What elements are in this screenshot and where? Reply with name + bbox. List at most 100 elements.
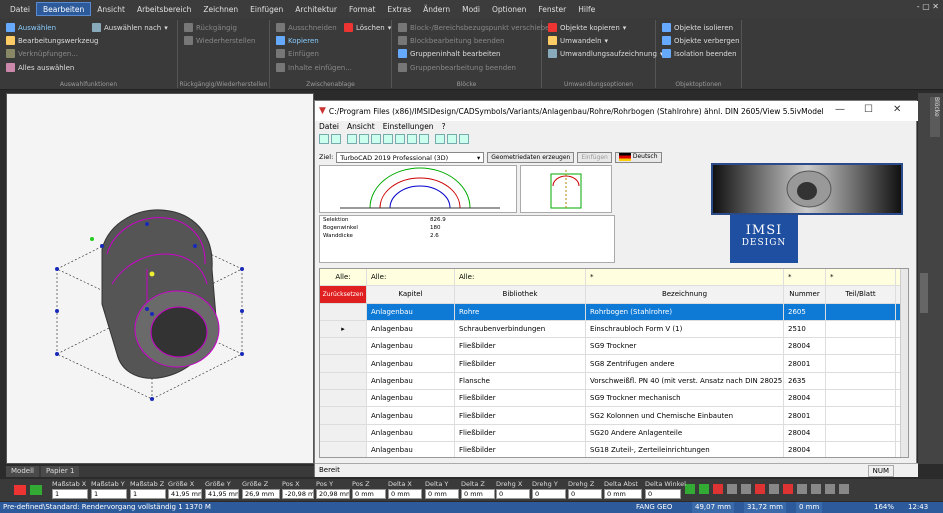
snap-icon[interactable] — [727, 484, 737, 494]
preview-side[interactable] — [520, 165, 612, 213]
transform-button[interactable]: Umwandeln ▾ — [548, 36, 608, 45]
copy-objects-button[interactable]: Objekte kopieren ▾ — [548, 23, 626, 32]
tool-view1-icon[interactable] — [347, 134, 357, 144]
preview-3d[interactable] — [711, 163, 903, 215]
paste-special-button[interactable]: Inhalte einfügen... — [276, 63, 352, 72]
table-row[interactable]: ▸ Anlagenbau Schraubenverbindungen Einschra… — [320, 320, 908, 339]
zoom-fit-icon[interactable] — [459, 134, 469, 144]
coord-input[interactable]: 1 — [130, 489, 166, 499]
coord-input[interactable]: 0 — [496, 489, 530, 499]
table-row[interactable]: Anlagenbau Fließbilder SG9 Trockner 28004 — [320, 338, 908, 356]
scrollbar-thumb[interactable] — [920, 273, 928, 313]
select-all-button[interactable]: Alles auswählen — [6, 63, 74, 72]
snap-icon[interactable] — [713, 484, 723, 494]
tool-refresh-icon[interactable] — [331, 134, 341, 144]
end-block-edit-button[interactable]: Blockbearbeitung beenden — [398, 36, 505, 45]
tool-view4-icon[interactable] — [383, 134, 393, 144]
tab-modell[interactable]: Modell — [6, 466, 39, 477]
snap-icon[interactable] — [755, 484, 765, 494]
insert-button[interactable]: Einfügen — [577, 151, 612, 163]
table-row[interactable]: Anlagenbau Fließbilder SG2 Kolonnen und Ch… — [320, 407, 908, 425]
menu-9[interactable]: Ändern — [417, 5, 456, 14]
close-button[interactable]: ✕ — [893, 104, 901, 115]
snap-icon[interactable] — [699, 484, 709, 494]
snap-icon[interactable] — [839, 484, 849, 494]
select-button[interactable]: Auswählen — [6, 23, 56, 32]
column-header-teil[interactable]: Teil/Blatt — [826, 286, 896, 303]
coord-input[interactable]: 0 mm — [425, 489, 459, 499]
tool-view3-icon[interactable] — [371, 134, 381, 144]
blocks-palette-tab[interactable]: Blöcke — [930, 97, 940, 137]
coord-input[interactable]: 26,9 mm — [242, 489, 280, 499]
menu-11[interactable]: Optionen — [486, 5, 532, 14]
cut-button[interactable]: Ausschneiden — [276, 23, 337, 32]
edit-group-button[interactable]: Gruppeninhalt bearbeiten — [398, 49, 501, 58]
cancel-icon[interactable] — [14, 485, 26, 495]
hide-objects-button[interactable]: Objekte verbergen — [662, 36, 740, 45]
end-isolation-button[interactable]: Isolation beenden — [662, 49, 737, 58]
minimize-button[interactable]: — — [835, 104, 845, 115]
tab-papier[interactable]: Papier 1 — [40, 466, 80, 477]
coord-input[interactable]: 20,98 mm — [316, 489, 350, 499]
menu-8[interactable]: Extras — [381, 5, 417, 14]
table-row[interactable]: Anlagenbau Fließbilder SG18 Zuteil-, Zerte… — [320, 441, 908, 457]
coord-input[interactable]: 0 — [645, 489, 681, 499]
menu-5[interactable]: Einfügen — [244, 5, 289, 14]
table-row[interactable]: Anlagenbau Fließbilder SG8 Zentrifugen and… — [320, 355, 908, 373]
target-select[interactable]: TurboCAD 2019 Professional (3D) ▾ — [336, 151, 485, 163]
generate-geometry-button[interactable]: Geometriedaten erzeugen — [487, 151, 575, 163]
tool-add-icon[interactable] — [319, 134, 329, 144]
links-button[interactable]: Verknüpfungen... — [6, 49, 78, 58]
drawing-viewport[interactable] — [6, 93, 314, 464]
zoom-in-icon[interactable] — [435, 134, 445, 144]
tool-view7-icon[interactable] — [419, 134, 429, 144]
zoom-out-icon[interactable] — [447, 134, 457, 144]
coord-input[interactable]: 41,95 mm — [168, 489, 202, 499]
snap-icon[interactable] — [797, 484, 807, 494]
copy-button[interactable]: Kopieren — [276, 36, 319, 45]
column-header-bezeichnung[interactable]: Bezeichnung — [586, 286, 784, 303]
edit-tool-button[interactable]: Bearbeitungswerkzeug — [6, 36, 99, 45]
table-row[interactable]: Anlagenbau Flansche Vorschweißfl. PN 40 (m… — [320, 372, 908, 391]
tool-view2-icon[interactable] — [359, 134, 369, 144]
delete-button[interactable]: Löschen ▾ — [344, 23, 391, 32]
menu-einstellungen[interactable]: Einstellungen — [383, 122, 434, 134]
table-row[interactable]: Anlagenbau Rohre Rohrbogen (Stahlrohre) 260… — [320, 303, 908, 321]
table-row[interactable]: Anlagenbau Fließbilder SG9 Trockner mechan… — [320, 390, 908, 408]
zoom-level[interactable]: 164% — [874, 502, 894, 513]
menu-ansicht[interactable]: Ansicht — [347, 122, 375, 134]
filter-nummer[interactable]: * — [784, 269, 826, 286]
menu-1[interactable]: Bearbeiten — [36, 2, 92, 16]
end-group-edit-button[interactable]: Gruppenbearbeitung beenden — [398, 63, 516, 72]
paste-button[interactable]: Einfügen — [276, 49, 319, 58]
confirm-icon[interactable] — [30, 485, 42, 495]
table-row[interactable]: Anlagenbau Fließbilder SG20 Andere Anlagen… — [320, 424, 908, 442]
coord-input[interactable]: 0 mm — [461, 489, 495, 499]
coord-input[interactable]: 0 — [532, 489, 566, 499]
window-controls[interactable]: - ▢ ✕ — [917, 2, 939, 11]
filter-bibliothek[interactable]: Alle: — [455, 269, 586, 286]
snap-icon[interactable] — [783, 484, 793, 494]
menu-6[interactable]: Architektur — [289, 5, 343, 14]
coord-input[interactable]: 41,95 mm — [205, 489, 239, 499]
snap-icon[interactable] — [811, 484, 821, 494]
coord-input[interactable]: 0 mm — [604, 489, 642, 499]
menu-12[interactable]: Fenster — [532, 5, 572, 14]
move-block-ref-button[interactable]: Block-/Bereichsbezugspunkt verschieben — [398, 23, 554, 32]
menu-help[interactable]: ? — [442, 122, 446, 134]
pipe-elbow-3d-model[interactable] — [7, 94, 313, 463]
column-header-kapitel[interactable]: Kapitel — [367, 286, 455, 303]
snap-icon[interactable] — [769, 484, 779, 494]
menu-3[interactable]: Arbeitsbereich — [131, 5, 197, 14]
menu-7[interactable]: Format — [343, 5, 381, 14]
menu-13[interactable]: Hilfe — [572, 5, 601, 14]
language-button[interactable]: Deutsch — [614, 151, 662, 163]
column-header-bibliothek[interactable]: Bibliothek — [455, 286, 586, 303]
tool-view6-icon[interactable] — [407, 134, 417, 144]
isolate-objects-button[interactable]: Objekte isolieren — [662, 23, 733, 32]
preview-front[interactable] — [319, 165, 517, 213]
coord-input[interactable]: 0 mm — [388, 489, 422, 499]
undo-button[interactable]: Rückgängig — [184, 23, 237, 32]
filter-bezeichnung[interactable]: * — [586, 269, 784, 286]
snap-icon[interactable] — [685, 484, 695, 494]
